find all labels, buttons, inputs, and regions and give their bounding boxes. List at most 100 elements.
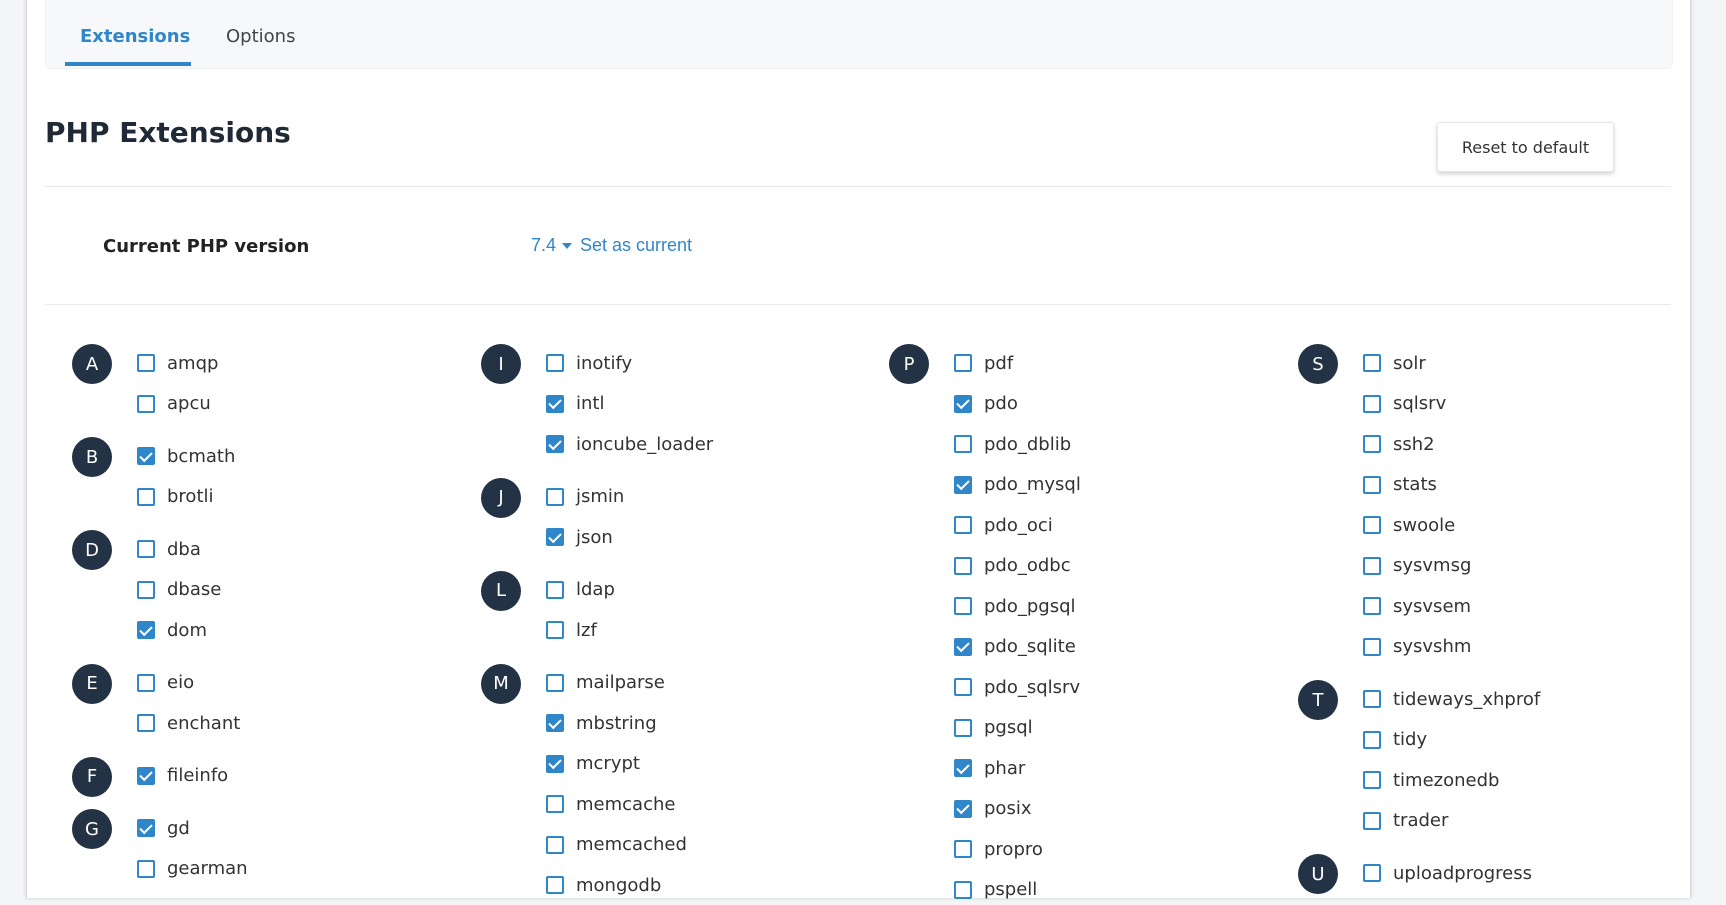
extension-checkbox[interactable] (137, 394, 155, 413)
extension-item-dba[interactable]: dba (137, 534, 201, 564)
extension-checkbox[interactable] (546, 714, 564, 732)
extension-item-mongodb[interactable]: mongodb (546, 870, 661, 900)
extension-item-pdo-sqlsrv[interactable]: pdo_sqlsrv (954, 672, 1080, 702)
extension-item-stats[interactable]: stats (1363, 470, 1437, 500)
extension-checkbox[interactable] (954, 516, 972, 534)
extension-checkbox[interactable] (954, 394, 972, 413)
extension-checkbox[interactable] (546, 621, 564, 639)
extension-item-ldap[interactable]: ldap (546, 575, 615, 605)
extension-item-amqp[interactable]: amqp (137, 348, 218, 378)
extension-item-pdo-oci[interactable]: pdo_oci (954, 510, 1053, 540)
extension-checkbox[interactable] (954, 597, 972, 615)
extension-checkbox[interactable] (137, 487, 155, 506)
extension-item-pdo-mysql[interactable]: pdo_mysql (954, 470, 1081, 500)
extension-checkbox[interactable] (1363, 394, 1381, 413)
extension-checkbox[interactable] (954, 840, 972, 858)
extension-item-brotli[interactable]: brotli (137, 482, 214, 512)
extension-checkbox[interactable] (954, 354, 972, 372)
extension-checkbox[interactable] (1363, 435, 1381, 453)
extension-checkbox[interactable] (1363, 475, 1381, 494)
extension-checkbox[interactable] (546, 487, 564, 506)
extension-item-memcache[interactable]: memcache (546, 789, 675, 819)
extension-item-trader[interactable]: trader (1363, 806, 1448, 836)
extension-checkbox[interactable] (137, 621, 155, 639)
extension-item-pgsql[interactable]: pgsql (954, 713, 1033, 743)
extension-item-pdo-sqlite[interactable]: pdo_sqlite (954, 632, 1076, 662)
extension-item-enchant[interactable]: enchant (137, 708, 240, 738)
extension-checkbox[interactable] (954, 475, 972, 494)
tab-extensions[interactable]: Extensions (80, 26, 190, 47)
extension-checkbox[interactable] (546, 354, 564, 372)
extension-checkbox[interactable] (546, 394, 564, 413)
extension-checkbox[interactable] (546, 528, 564, 546)
extension-item-json[interactable]: json (546, 522, 613, 552)
extension-checkbox[interactable] (546, 754, 564, 773)
extension-checkbox[interactable] (546, 876, 564, 894)
extension-checkbox[interactable] (954, 718, 972, 737)
extension-checkbox[interactable] (137, 540, 155, 558)
extension-item-gearman[interactable]: gearman (137, 854, 248, 884)
extension-checkbox[interactable] (1363, 516, 1381, 534)
extension-item-sysvsem[interactable]: sysvsem (1363, 591, 1471, 621)
extension-item-swoole[interactable]: swoole (1363, 510, 1455, 540)
extension-checkbox[interactable] (546, 835, 564, 854)
extension-item-gd[interactable]: gd (137, 813, 190, 843)
extension-checkbox[interactable] (1363, 864, 1381, 882)
extension-checkbox[interactable] (1363, 354, 1381, 372)
extension-item-pdo[interactable]: pdo (954, 389, 1018, 419)
extension-item-sysvmsg[interactable]: sysvmsg (1363, 551, 1471, 581)
extension-checkbox[interactable] (1363, 771, 1381, 789)
extension-item-uploadprogress[interactable]: uploadprogress (1363, 858, 1532, 888)
extension-checkbox[interactable] (1363, 556, 1381, 575)
extension-item-timezonedb[interactable]: timezonedb (1363, 765, 1499, 795)
extension-item-propro[interactable]: propro (954, 834, 1043, 864)
extension-checkbox[interactable] (546, 435, 564, 453)
extension-checkbox[interactable] (954, 799, 972, 818)
extension-item-tidy[interactable]: tidy (1363, 725, 1427, 755)
reset-to-default-button[interactable]: Reset to default (1437, 122, 1614, 172)
extension-item-pdf[interactable]: pdf (954, 348, 1013, 378)
extension-checkbox[interactable] (137, 714, 155, 732)
extension-checkbox[interactable] (546, 673, 564, 692)
extension-item-pspell[interactable]: pspell (954, 875, 1037, 905)
extension-checkbox[interactable] (137, 859, 155, 878)
extension-item-mcrypt[interactable]: mcrypt (546, 749, 640, 779)
extension-item-mbstring[interactable]: mbstring (546, 708, 657, 738)
extension-checkbox[interactable] (137, 673, 155, 692)
extension-item-pdo-odbc[interactable]: pdo_odbc (954, 551, 1071, 581)
extension-item-tideways-xhprof[interactable]: tideways_xhprof (1363, 684, 1540, 714)
extension-checkbox[interactable] (1363, 637, 1381, 656)
extension-checkbox[interactable] (546, 580, 564, 599)
extension-item-sysvshm[interactable]: sysvshm (1363, 632, 1471, 662)
extension-checkbox[interactable] (954, 678, 972, 696)
extension-item-intl[interactable]: intl (546, 389, 604, 419)
set-as-current-link[interactable]: Set as current (580, 235, 692, 256)
extension-checkbox[interactable] (954, 880, 972, 899)
php-version-dropdown[interactable]: 7.4 (531, 235, 573, 256)
extension-item-apcu[interactable]: apcu (137, 389, 211, 419)
extension-item-ioncube-loader[interactable]: ioncube_loader (546, 429, 713, 459)
extension-checkbox[interactable] (954, 637, 972, 656)
tab-options[interactable]: Options (226, 26, 295, 47)
extension-item-sqlsrv[interactable]: sqlsrv (1363, 389, 1446, 419)
extension-item-lzf[interactable]: lzf (546, 615, 597, 645)
extension-item-pdo-dblib[interactable]: pdo_dblib (954, 429, 1071, 459)
extension-item-jsmin[interactable]: jsmin (546, 482, 624, 512)
extension-checkbox[interactable] (546, 795, 564, 813)
extension-checkbox[interactable] (1363, 730, 1381, 749)
extension-checkbox[interactable] (954, 556, 972, 575)
extension-checkbox[interactable] (954, 435, 972, 453)
extension-checkbox[interactable] (137, 819, 155, 837)
extension-checkbox[interactable] (137, 766, 155, 785)
extension-checkbox[interactable] (954, 759, 972, 777)
extension-item-memcached[interactable]: memcached (546, 830, 687, 860)
extension-item-solr[interactable]: solr (1363, 348, 1426, 378)
extension-checkbox[interactable] (137, 580, 155, 599)
extension-checkbox[interactable] (1363, 811, 1381, 830)
extension-item-mailparse[interactable]: mailparse (546, 668, 665, 698)
extension-item-dom[interactable]: dom (137, 615, 207, 645)
extension-item-ssh2[interactable]: ssh2 (1363, 429, 1435, 459)
extension-checkbox[interactable] (137, 447, 155, 465)
extension-item-inotify[interactable]: inotify (546, 348, 632, 378)
extension-item-posix[interactable]: posix (954, 794, 1031, 824)
